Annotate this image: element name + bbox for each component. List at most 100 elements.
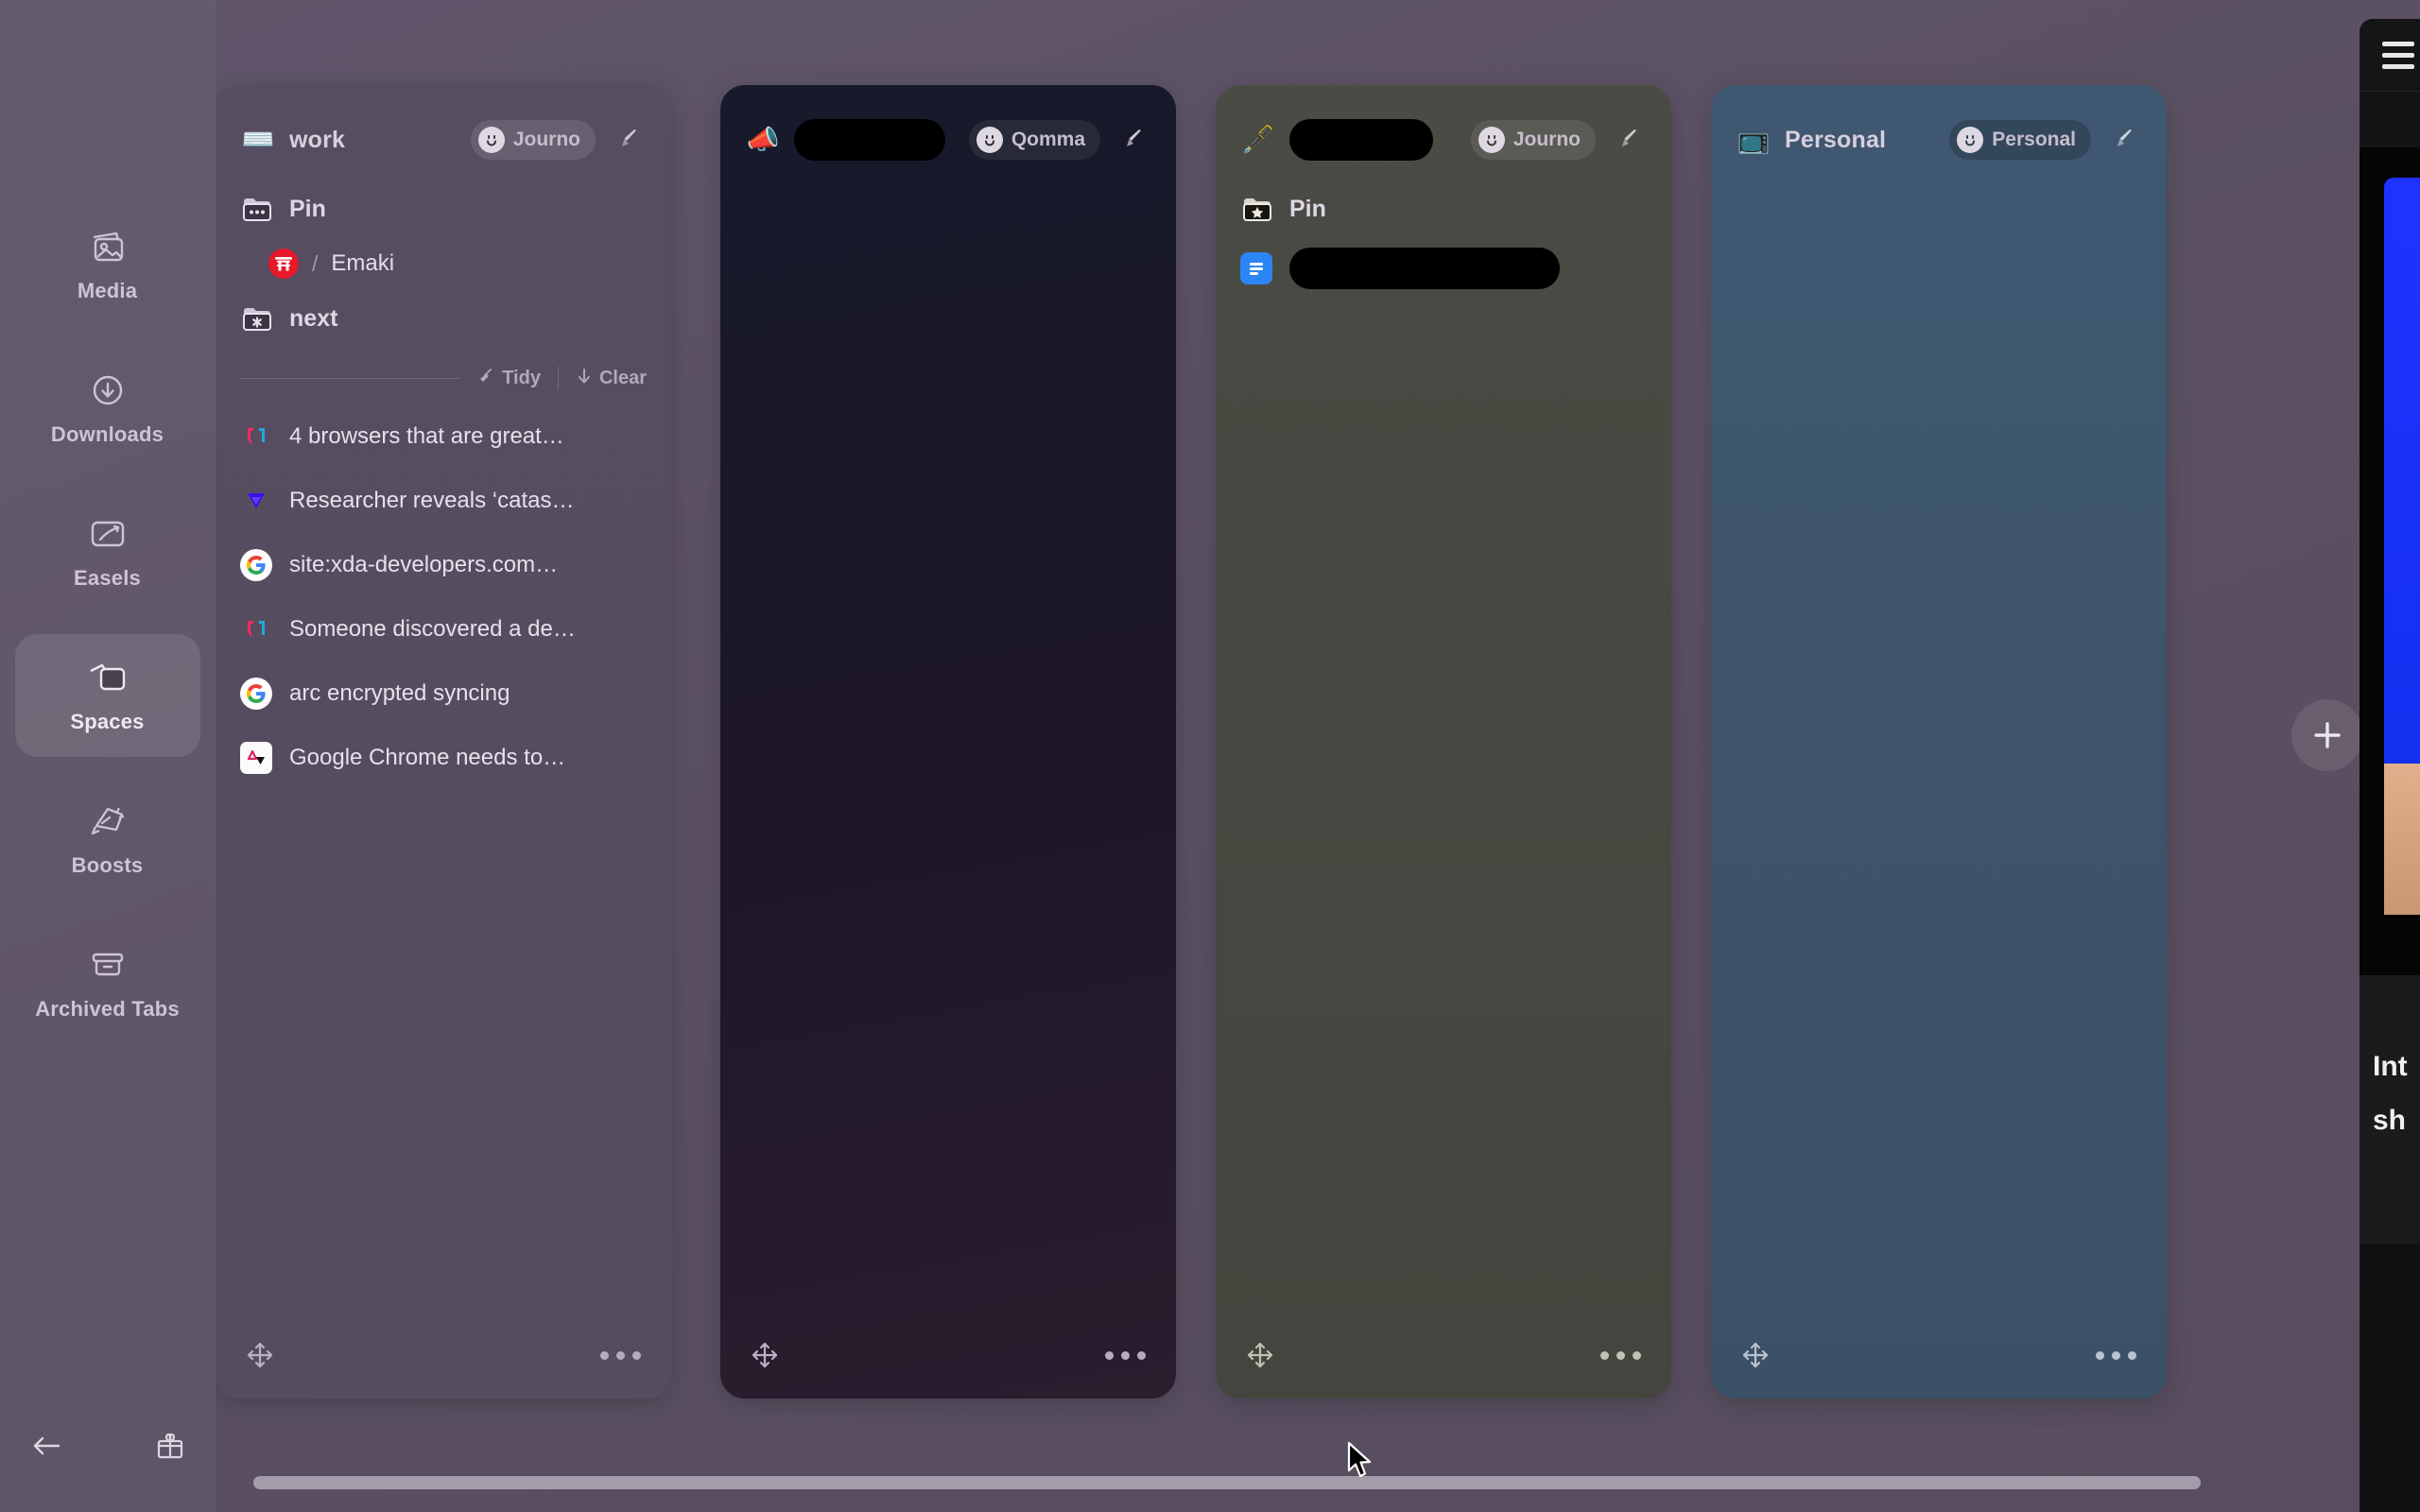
- space-card-journo[interactable]: 🖋️ Journo Pin: [1216, 85, 1671, 1399]
- fountain-pen-icon: 🖋️: [1241, 125, 1275, 154]
- tab-title: 4 browsers that are great…: [289, 423, 564, 449]
- sidebar-item-archived-tabs[interactable]: Archived Tabs: [15, 921, 200, 1044]
- smiley-avatar-icon: [1478, 127, 1505, 153]
- space-card-work[interactable]: ⌨️ work Journo Pin / Emaki next Tidy Cle…: [216, 85, 671, 1399]
- sidebar-item-spaces[interactable]: Spaces: [14, 634, 200, 757]
- tidy-button[interactable]: Tidy: [476, 367, 541, 390]
- profile-pill-journo[interactable]: Journo: [470, 120, 596, 160]
- tab-title-redacted[interactable]: [1289, 248, 1560, 289]
- thumbnail-hand-image: [2384, 764, 2420, 915]
- paintbrush-icon[interactable]: [2104, 121, 2142, 159]
- clear-button[interactable]: Clear: [576, 367, 647, 390]
- profile-pill-qomma[interactable]: Qomma: [968, 120, 1100, 160]
- back-arrow-icon[interactable]: [26, 1425, 65, 1467]
- profile-label: Qomma: [1011, 129, 1085, 150]
- tab-row[interactable]: Researcher reveals ‘catas…: [240, 469, 647, 533]
- caption-line-2: sh: [2373, 1105, 2407, 1136]
- easel-icon: [85, 513, 130, 555]
- caption-line-1: Int: [2373, 1051, 2408, 1082]
- tab-title: Researcher reveals ‘catas…: [289, 488, 575, 513]
- sidebar-item-easels[interactable]: Easels: [15, 490, 200, 613]
- sidebar-footer: [0, 1425, 216, 1467]
- tab-title: Google Chrome needs to…: [289, 745, 566, 770]
- tab-row[interactable]: Google Chrome needs to…: [240, 726, 647, 790]
- sidebar: Media Downloads Easels Spaces Boosts Arc…: [0, 0, 216, 1512]
- archive-icon: [85, 944, 130, 986]
- sidebar-item-media[interactable]: Media: [15, 203, 200, 326]
- card-footer: [1216, 1312, 1671, 1399]
- tab-row[interactable]: Someone discovered a de…: [240, 597, 647, 662]
- clear-label: Clear: [598, 367, 647, 388]
- tab-row[interactable]: arc encrypted syncing: [240, 662, 647, 726]
- space-card-personal[interactable]: 📺 Personal Personal: [1711, 85, 2167, 1399]
- profile-pill-personal[interactable]: Personal: [1949, 120, 2091, 160]
- gift-icon[interactable]: [150, 1425, 189, 1467]
- card-header: 🖋️ Journo: [1216, 85, 1671, 168]
- sidebar-nav: Media Downloads Easels Spaces Boosts Arc…: [0, 203, 215, 1044]
- sidebar-item-boosts[interactable]: Boosts: [15, 778, 200, 901]
- more-options-icon[interactable]: [1600, 1350, 1641, 1360]
- vercel-icon: [240, 485, 272, 517]
- folder-label: Pin: [289, 195, 326, 222]
- background-window-peek[interactable]: Int sh: [2360, 19, 2420, 1512]
- smiley-avatar-icon: [1957, 127, 1984, 153]
- move-handle-icon[interactable]: [1246, 1341, 1274, 1369]
- folder-child-emaki[interactable]: / Emaki: [240, 236, 647, 291]
- smiley-avatar-icon: [976, 127, 1003, 153]
- card-footer: [720, 1312, 1176, 1399]
- folder-row-next[interactable]: next: [240, 291, 647, 346]
- spaces-board: ⌨️ work Journo Pin / Emaki next Tidy Cle…: [216, 0, 2420, 1512]
- broom-icon: [476, 367, 495, 390]
- video-thumbnail: [2384, 178, 2420, 764]
- google-icon: [240, 549, 272, 581]
- paintbrush-icon[interactable]: [609, 121, 647, 159]
- tab-row[interactable]: 4 browsers that are great…: [240, 404, 647, 469]
- torii-shrine-icon: [268, 249, 299, 279]
- card-header: 📺 Personal Personal: [1711, 85, 2167, 168]
- paintbrush-icon[interactable]: [1114, 121, 1151, 159]
- move-handle-icon[interactable]: [1741, 1341, 1770, 1369]
- more-options-icon[interactable]: [600, 1350, 641, 1360]
- child-label: Emaki: [331, 250, 395, 276]
- down-arrow-icon: [576, 367, 593, 390]
- more-options-icon[interactable]: [1105, 1350, 1146, 1360]
- xda-icon: [240, 421, 272, 453]
- card-header: ⌨️ work Journo: [216, 85, 671, 168]
- more-options-icon[interactable]: [2096, 1350, 2136, 1360]
- paintbrush-icon[interactable]: [1609, 121, 1647, 159]
- space-title[interactable]: work: [289, 127, 345, 154]
- folder-row-pin[interactable]: Pin: [240, 181, 647, 236]
- sidebar-item-label: Media: [77, 279, 138, 302]
- card-header: 📣 Qomma: [720, 85, 1176, 168]
- folder-row-pin[interactable]: Pin: [1240, 181, 1647, 236]
- sidebar-item-label: Archived Tabs: [35, 997, 180, 1021]
- tidy-clear-row: Tidy Clear: [240, 352, 647, 404]
- boost-icon: [85, 800, 130, 842]
- path-separator: /: [312, 250, 319, 276]
- sidebar-item-label: Downloads: [50, 422, 164, 446]
- divider: [557, 367, 559, 389]
- video-caption: Int sh: [2360, 975, 2420, 1244]
- move-handle-icon[interactable]: [246, 1341, 274, 1369]
- space-title[interactable]: Personal: [1785, 127, 1886, 154]
- space-title-redacted[interactable]: [1289, 119, 1433, 161]
- tab-row[interactable]: site:xda-developers.com…: [240, 533, 647, 597]
- sidebar-item-downloads[interactable]: Downloads: [15, 347, 200, 470]
- profile-label: Journo: [1512, 129, 1581, 150]
- tidy-label: Tidy: [502, 367, 541, 388]
- add-space-button[interactable]: [2291, 699, 2363, 771]
- folder-asterisk-icon: [240, 301, 274, 335]
- space-card-qomma[interactable]: 📣 Qomma: [720, 85, 1176, 1399]
- card-footer: [1711, 1312, 2167, 1399]
- profile-label: Personal: [1992, 129, 2076, 150]
- horizontal-scrollbar[interactable]: [253, 1476, 2201, 1489]
- folder-star-icon: [1240, 192, 1274, 226]
- tab-row[interactable]: [1240, 236, 1647, 301]
- tab-title: arc encrypted syncing: [289, 680, 510, 706]
- hamburger-menu-icon[interactable]: [2382, 41, 2414, 69]
- profile-pill-journo[interactable]: Journo: [1470, 120, 1596, 160]
- move-handle-icon[interactable]: [751, 1341, 779, 1369]
- card-body: Pin: [1216, 168, 1671, 301]
- folder-label: Pin: [1289, 195, 1326, 222]
- space-title-redacted[interactable]: [794, 119, 945, 161]
